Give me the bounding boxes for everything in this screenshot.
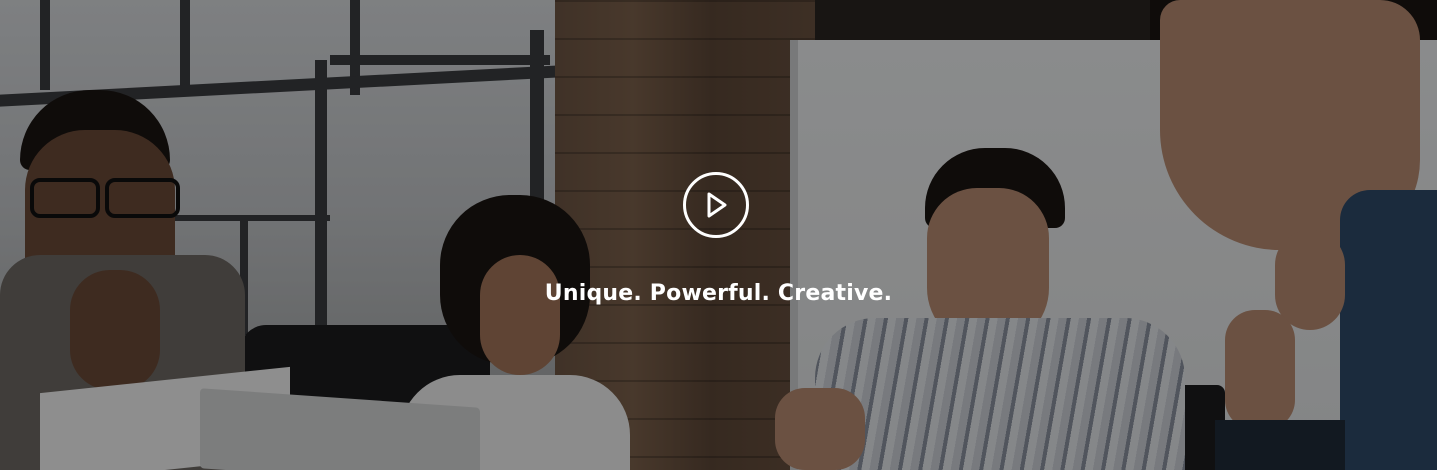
hero-banner: Unique. Powerful. Creative. — [0, 0, 1437, 470]
play-video-button[interactable] — [683, 172, 749, 238]
hero-tagline: Unique. Powerful. Creative. — [544, 281, 893, 306]
play-icon — [707, 192, 727, 218]
